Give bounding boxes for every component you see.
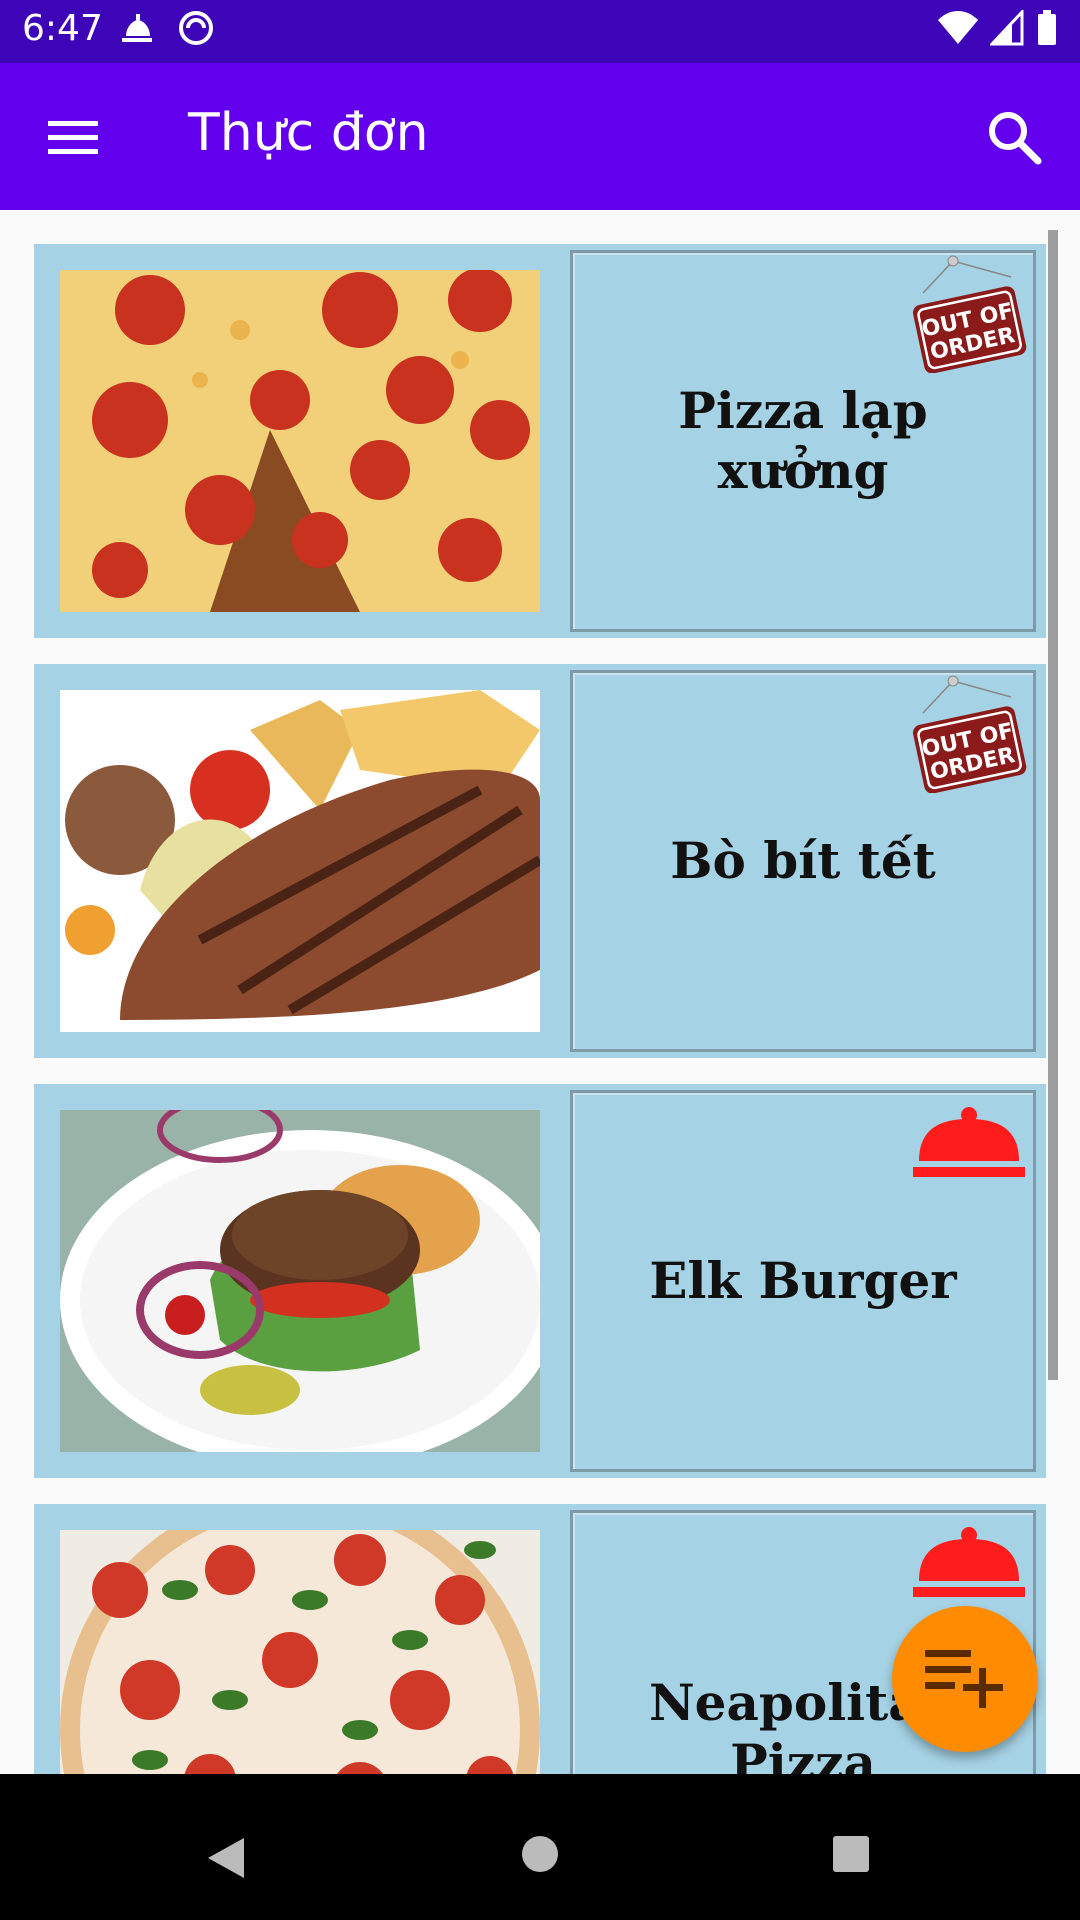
menu-list[interactable]: Pizza lạp xưởng OUT OFORDER Bò bít tết O… — [0, 210, 1080, 1774]
home-icon[interactable] — [520, 1834, 560, 1874]
food-photo — [60, 690, 540, 1032]
menu-item-card[interactable]: Elk Burger — [34, 1084, 1046, 1478]
menu-item-panel[interactable]: Bò bít tết OUT OFORDER — [570, 670, 1036, 1052]
menu-item-panel[interactable]: Elk Burger — [570, 1090, 1036, 1472]
food-photo — [60, 1110, 540, 1452]
wifi-icon — [938, 11, 978, 44]
sync-icon — [179, 11, 213, 45]
recents-icon[interactable] — [831, 1834, 871, 1874]
food-photo — [60, 1530, 540, 1774]
search-button[interactable] — [980, 103, 1050, 173]
add-to-order-button[interactable] — [892, 1606, 1038, 1752]
playlist-add-icon[interactable] — [925, 1646, 1005, 1712]
app-title: Thực đơn — [188, 103, 429, 163]
app-bar: Thực đơn — [0, 63, 1080, 210]
cloche-icon — [911, 1523, 1027, 1607]
food-photo — [60, 270, 540, 612]
search-icon[interactable] — [980, 103, 1050, 173]
menu-button[interactable] — [36, 107, 108, 167]
navigation-bar — [0, 1794, 1080, 1920]
signal-icon — [990, 10, 1024, 46]
back-icon[interactable] — [204, 1834, 248, 1882]
menu-item-panel[interactable]: Pizza lạp xưởng OUT OFORDER — [570, 250, 1036, 632]
out-of-order-badge: OUT OFORDER — [911, 253, 1027, 377]
status-bar: 6:47 — [0, 0, 1080, 63]
hamburger-menu-icon[interactable] — [36, 107, 108, 167]
status-time: 6:47 — [22, 8, 103, 49]
cloche-icon — [911, 1103, 1027, 1187]
food-notification-icon — [122, 14, 152, 42]
menu-item-card[interactable]: Neapolitan Pizza — [34, 1504, 1046, 1774]
battery-icon — [1038, 10, 1056, 45]
scrollbar[interactable] — [1048, 230, 1058, 1380]
out-of-order-badge: OUT OFORDER — [911, 673, 1027, 797]
menu-item-card[interactable]: Pizza lạp xưởng OUT OFORDER — [34, 244, 1046, 638]
menu-item-card[interactable]: Bò bít tết OUT OFORDER — [34, 664, 1046, 1058]
